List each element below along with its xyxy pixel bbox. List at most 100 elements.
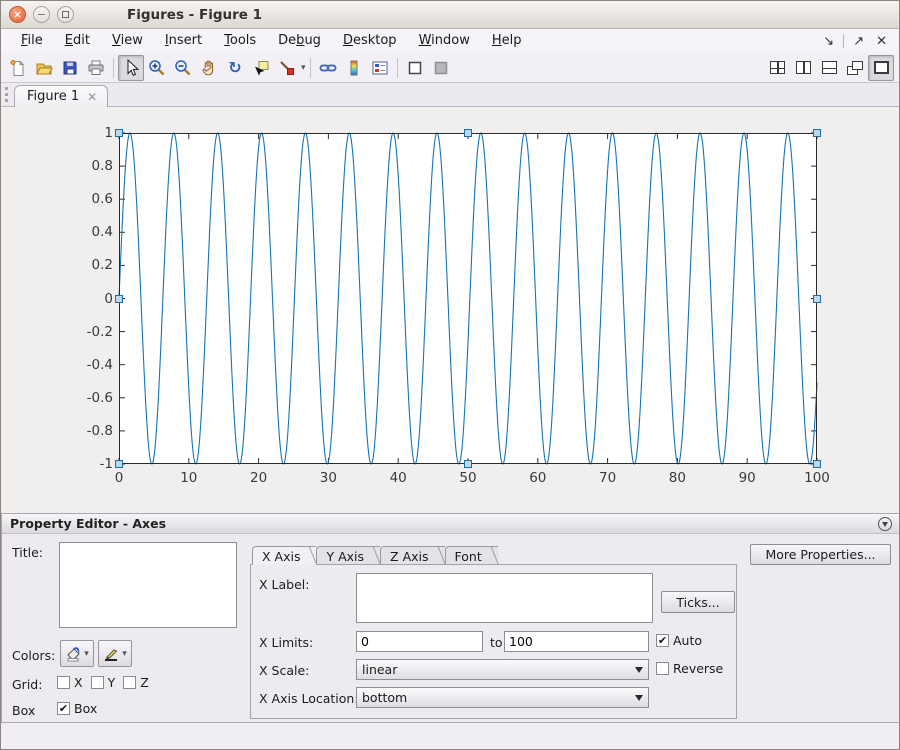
selection-handle[interactable] bbox=[813, 460, 821, 468]
more-properties-button[interactable]: More Properties... bbox=[750, 544, 891, 565]
box-checkbox[interactable]: ✔ bbox=[57, 702, 70, 715]
menubar: File Edit View Insert Tools Debug Deskto… bbox=[1, 29, 899, 53]
x-scale-select[interactable]: linear bbox=[356, 659, 649, 680]
tab-figure-1[interactable]: Figure 1 ✕ bbox=[14, 85, 108, 107]
grid-x-checkbox[interactable] bbox=[57, 676, 70, 689]
selection-handle[interactable] bbox=[115, 129, 123, 137]
window-close-button[interactable]: × bbox=[9, 6, 26, 23]
window-title: Figures - Figure 1 bbox=[127, 7, 262, 23]
selection-handle[interactable] bbox=[813, 295, 821, 303]
menu-desktop[interactable]: Desktop bbox=[332, 31, 408, 51]
x-limits-label: X Limits: bbox=[259, 635, 313, 650]
auto-checkbox[interactable]: ✔ bbox=[656, 634, 669, 647]
grid-y-checkbox[interactable] bbox=[91, 676, 104, 689]
figure-tabstrip: Figure 1 ✕ bbox=[1, 83, 899, 107]
link-plots-button[interactable] bbox=[315, 55, 341, 81]
menu-file[interactable]: File bbox=[10, 31, 54, 51]
edit-plot-pointer-button[interactable] bbox=[118, 55, 144, 81]
menu-debug[interactable]: Debug bbox=[267, 31, 332, 51]
figure-canvas: 0102030405060708090100-1-0.8-0.6-0.4-0.2… bbox=[1, 107, 900, 513]
x-label-input[interactable] bbox=[356, 573, 653, 623]
grid-z-checkbox[interactable] bbox=[123, 676, 136, 689]
layout-vertical-split-button[interactable] bbox=[790, 55, 816, 81]
dock-icon[interactable]: ↘ bbox=[817, 34, 840, 49]
y-tick-label: 0.8 bbox=[67, 158, 113, 174]
new-figure-button[interactable] bbox=[5, 55, 31, 81]
ticks-button[interactable]: Ticks... bbox=[661, 591, 735, 613]
tab-font[interactable]: Font bbox=[445, 546, 498, 565]
menu-insert[interactable]: Insert bbox=[154, 31, 213, 51]
box-checkbox-label: Box bbox=[74, 701, 97, 716]
menu-window[interactable]: Window bbox=[408, 31, 481, 51]
dock-window-button[interactable] bbox=[402, 55, 428, 81]
selection-handle[interactable] bbox=[464, 129, 472, 137]
undock-icon[interactable]: ↗ bbox=[847, 34, 870, 49]
axis-tabs: X Axis Y Axis Z Axis Font bbox=[252, 546, 498, 565]
panel-controls: ↘ ↗ ✕ bbox=[817, 34, 899, 49]
layout-cascade-button[interactable] bbox=[842, 55, 868, 81]
save-icon bbox=[61, 59, 79, 77]
collapse-panel-icon[interactable] bbox=[878, 517, 892, 531]
tab-y-axis[interactable]: Y Axis bbox=[316, 546, 380, 565]
x-limits-max-input[interactable] bbox=[504, 631, 649, 652]
x-limits-min-input[interactable] bbox=[356, 631, 483, 652]
auto-label: Auto bbox=[673, 633, 702, 648]
tab-close-icon[interactable]: ✕ bbox=[87, 90, 97, 104]
brush-icon bbox=[278, 59, 296, 77]
menu-view[interactable]: View bbox=[101, 31, 154, 51]
selection-handle[interactable] bbox=[115, 460, 123, 468]
toolbar-separator bbox=[310, 58, 311, 78]
layout-grid-button[interactable] bbox=[764, 55, 790, 81]
selection-handle[interactable] bbox=[464, 460, 472, 468]
layout-maximized-button[interactable] bbox=[868, 55, 894, 81]
line-color-dropdown-button[interactable]: ▾ bbox=[98, 640, 132, 667]
y-tick-label: 0.6 bbox=[67, 191, 113, 207]
x-axis-location-value: bottom bbox=[362, 690, 407, 705]
horizontal-split-icon bbox=[822, 61, 837, 74]
window-maximize-button[interactable] bbox=[57, 6, 74, 23]
tab-z-axis[interactable]: Z Axis bbox=[380, 546, 444, 565]
pan-button[interactable] bbox=[196, 55, 222, 81]
menu-tools[interactable]: Tools bbox=[213, 31, 267, 51]
insert-legend-button[interactable] bbox=[367, 55, 393, 81]
property-editor-panel: Property Editor - Axes Title: Colors: ▾ … bbox=[1, 513, 900, 723]
layout-horizontal-split-button[interactable] bbox=[816, 55, 842, 81]
insert-colorbar-button[interactable] bbox=[341, 55, 367, 81]
brush-data-button[interactable] bbox=[274, 55, 300, 81]
save-figure-button[interactable] bbox=[57, 55, 83, 81]
zoom-out-button[interactable] bbox=[170, 55, 196, 81]
fill-color-dropdown-button[interactable]: ▾ bbox=[60, 640, 94, 667]
reverse-checkbox[interactable] bbox=[656, 662, 669, 675]
x-axis-location-select[interactable]: bottom bbox=[356, 687, 649, 708]
brush-dropdown-caret-icon[interactable]: ▾ bbox=[301, 63, 306, 73]
grid-layout-icon bbox=[770, 61, 785, 74]
y-tick-label: 0.4 bbox=[67, 224, 113, 240]
data-cursor-button[interactable] bbox=[248, 55, 274, 81]
x-tick-label: 10 bbox=[167, 470, 211, 486]
printer-icon bbox=[87, 59, 105, 77]
selection-handle[interactable] bbox=[813, 129, 821, 137]
plot-axes[interactable] bbox=[119, 133, 817, 464]
title-input[interactable] bbox=[59, 542, 237, 628]
menu-help[interactable]: Help bbox=[481, 31, 533, 51]
chevron-down-icon bbox=[635, 667, 643, 673]
menu-edit[interactable]: Edit bbox=[54, 31, 101, 51]
figure-toolbar: ↻ ▾ bbox=[1, 53, 899, 83]
rotate-3d-icon: ↻ bbox=[228, 60, 241, 76]
hand-icon bbox=[200, 59, 218, 77]
vertical-split-icon bbox=[796, 61, 811, 74]
open-file-button[interactable] bbox=[31, 55, 57, 81]
panel-close-icon[interactable]: ✕ bbox=[870, 34, 893, 49]
tab-x-axis[interactable]: X Axis bbox=[252, 546, 316, 565]
minimize-icon: − bbox=[37, 9, 46, 20]
print-figure-button[interactable] bbox=[83, 55, 109, 81]
tabstrip-grip[interactable] bbox=[5, 87, 8, 102]
x-scale-value: linear bbox=[362, 662, 397, 677]
rotate-3d-button[interactable]: ↻ bbox=[222, 55, 248, 81]
window-minimize-button[interactable]: − bbox=[33, 6, 50, 23]
y-tick-label: -0.4 bbox=[67, 357, 113, 373]
selection-handle[interactable] bbox=[115, 295, 123, 303]
x-tick-label: 70 bbox=[586, 470, 630, 486]
zoom-in-button[interactable] bbox=[144, 55, 170, 81]
grid-x-label: X bbox=[74, 675, 83, 690]
